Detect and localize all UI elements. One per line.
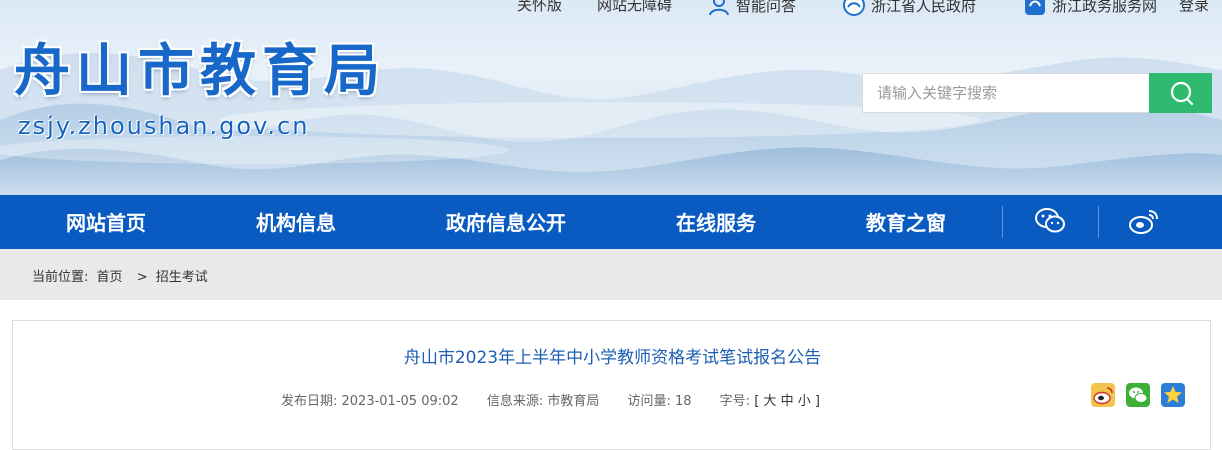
nav-item-education-window[interactable]: 教育之窗 <box>866 195 946 249</box>
breadcrumb-item-admissions[interactable]: 招生考试 <box>156 270 208 285</box>
accessibility-link[interactable]: 网站无障碍 <box>597 0 672 15</box>
breadcrumb-bar: 当前位置: 首页 > 招生考试 <box>0 249 1222 300</box>
care-version-link[interactable]: 关怀版 <box>517 0 562 15</box>
search-input[interactable] <box>862 73 1149 113</box>
search-box <box>862 73 1212 113</box>
info-source: 信息来源: 市教育局 <box>486 394 600 409</box>
main-nav: 网站首页 机构信息 政府信息公开 在线服务 教育之窗 <box>0 195 1222 249</box>
font-size-large[interactable]: 大 <box>763 394 776 409</box>
login-link[interactable]: 登录 <box>1179 0 1209 15</box>
wechat-share-icon[interactable] <box>1126 383 1150 407</box>
header-banner: 关怀版 网站无障碍 智能问答 浙江省人民政府 浙江政务服务网 登录 舟山市教育局… <box>0 0 1222 195</box>
font-size-bracket-close: ] <box>814 394 820 409</box>
breadcrumb-item-home[interactable]: 首页 <box>97 270 123 285</box>
breadcrumb-prefix: 当前位置: <box>32 270 89 285</box>
zhejiang-gov-label: 浙江省人民政府 <box>871 0 977 15</box>
smart-qa-link[interactable]: 智能问答 <box>708 0 796 16</box>
nav-item-online-services[interactable]: 在线服务 <box>676 195 756 249</box>
weibo-icon[interactable] <box>1128 206 1160 236</box>
site-domain: zsjy.zhoushan.gov.cn <box>18 112 310 140</box>
font-size-medium[interactable]: 中 <box>781 394 794 409</box>
accessibility-label: 网站无障碍 <box>597 0 673 14</box>
article-title: 舟山市2023年上半年中小学教师资格考试笔试报名公告 <box>403 348 822 368</box>
font-size-label: 字号: <box>719 394 751 409</box>
view-count: 访问量: 18 <box>627 394 692 409</box>
site-logo-title[interactable]: 舟山市教育局 <box>14 36 386 106</box>
breadcrumb-separator: > <box>136 270 148 285</box>
weibo-share-icon[interactable] <box>1091 383 1115 407</box>
service-app-icon <box>1025 0 1045 15</box>
breadcrumb: 当前位置: 首页 > 招生考试 <box>32 266 212 285</box>
nav-item-home[interactable]: 网站首页 <box>66 195 146 249</box>
gov-emblem-icon <box>843 0 865 16</box>
favorite-star-icon[interactable] <box>1161 383 1185 407</box>
publish-date: 发布日期: 2023-01-05 09:02 <box>281 394 459 409</box>
nav-divider <box>1098 206 1099 238</box>
zhejiang-service-label: 浙江政务服务网 <box>1052 0 1158 15</box>
zhejiang-service-link[interactable]: 浙江政务服务网 <box>1024 0 1157 16</box>
nav-item-gov-info-disclosure[interactable]: 政府信息公开 <box>446 195 566 249</box>
article-meta: 发布日期: 2023-01-05 09:02 信息来源: 市教育局 访问量: 1… <box>281 390 820 409</box>
nav-divider <box>1002 206 1003 238</box>
smart-qa-label: 智能问答 <box>736 0 797 15</box>
wechat-icon[interactable] <box>1034 206 1066 236</box>
top-links-bar: 关怀版 网站无障碍 智能问答 浙江省人民政府 浙江政务服务网 登录 <box>0 0 1222 16</box>
zhejiang-gov-link[interactable]: 浙江省人民政府 <box>843 0 976 16</box>
font-size-small[interactable]: 小 <box>798 394 811 409</box>
login-label: 登录 <box>1179 0 1210 14</box>
article-panel: 舟山市2023年上半年中小学教师资格考试笔试报名公告 发布日期: 2023-01… <box>12 320 1211 450</box>
search-icon <box>1170 81 1193 106</box>
font-size-bracket-open: [ <box>754 394 760 409</box>
search-button[interactable] <box>1149 73 1212 113</box>
person-icon <box>709 0 729 16</box>
nav-item-org-info[interactable]: 机构信息 <box>256 195 336 249</box>
care-version-label: 关怀版 <box>517 0 563 14</box>
